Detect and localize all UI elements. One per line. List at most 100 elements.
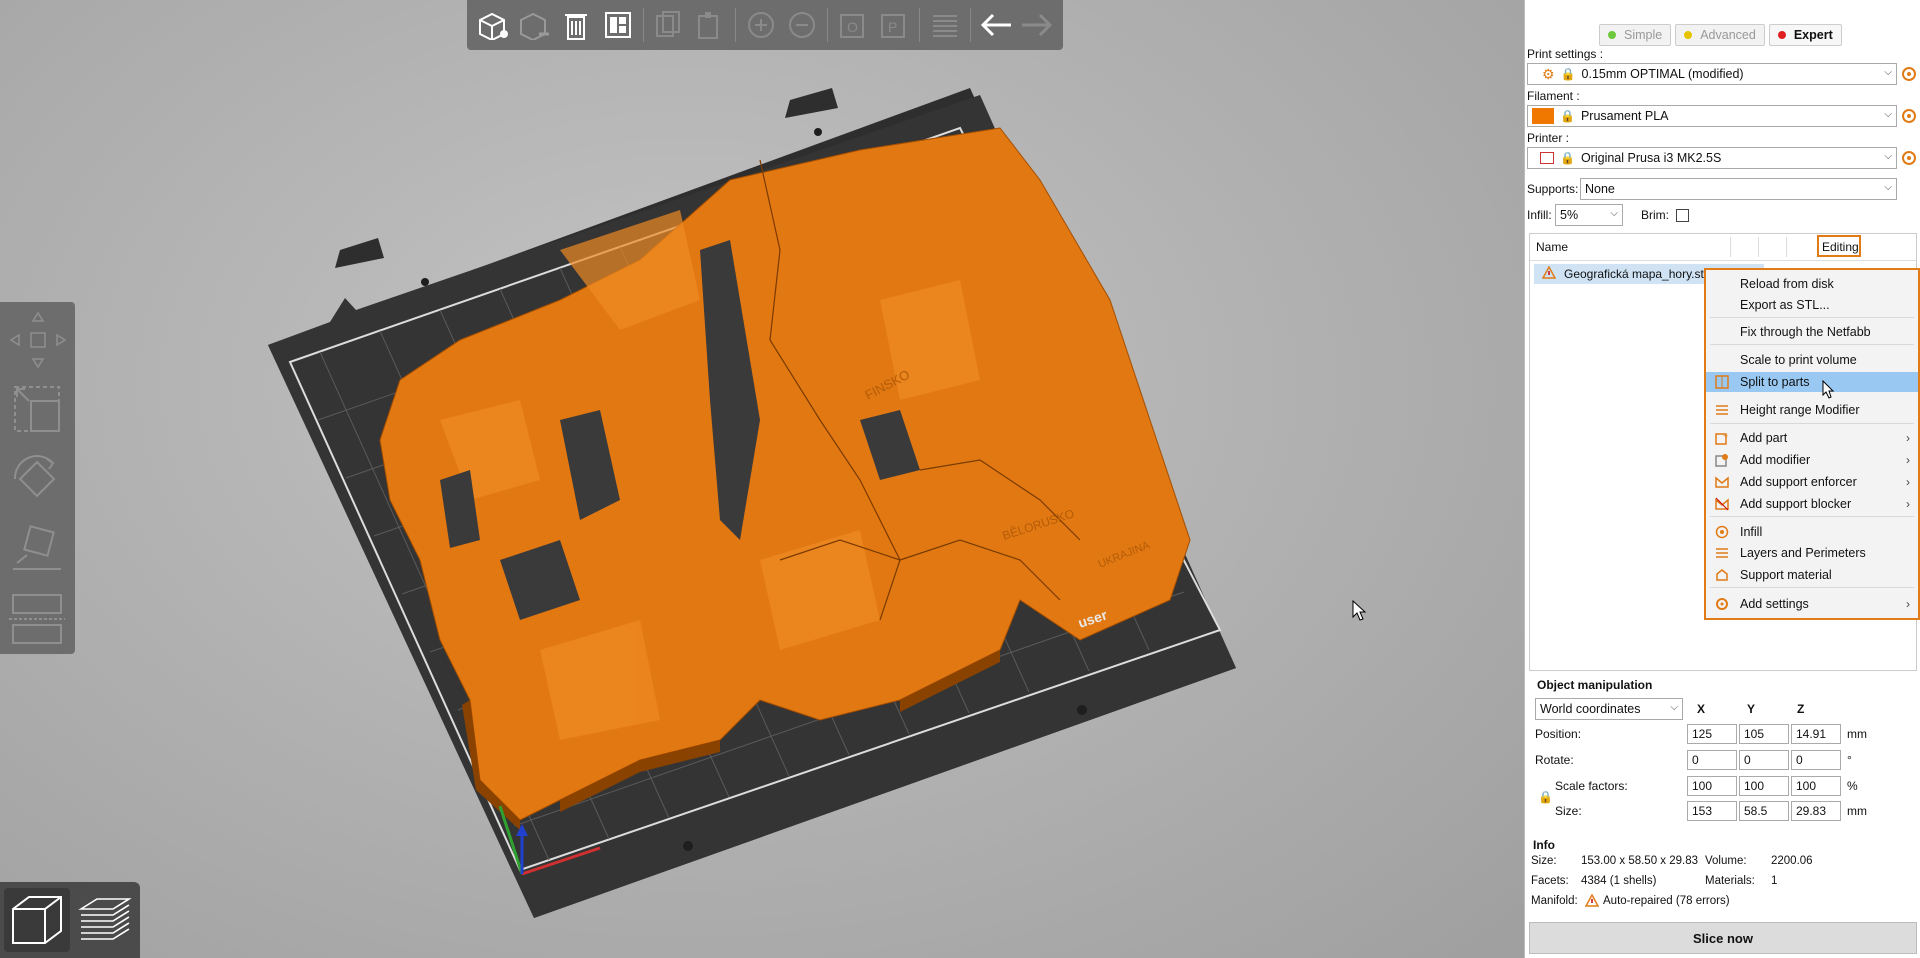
place-on-face-icon[interactable] [6,518,68,580]
scale-unit: % [1847,779,1858,793]
chevron-down-icon: ⌵ [1884,151,1892,162]
remove-instance-icon[interactable] [782,5,822,45]
gizmo-toolbar [0,302,75,654]
cut-icon[interactable] [6,588,68,650]
filament-color-swatch [1532,108,1554,124]
supports-label: Supports: [1527,182,1579,196]
print-settings-label: Print settings : [1527,47,1604,61]
mode-expert-button[interactable]: Expert [1768,24,1842,46]
chevron-down-icon: ⌵ [1610,208,1618,219]
scale-y-input[interactable]: 100 [1739,776,1789,796]
menu-fix-netfabb[interactable]: Fix through the Netfabb [1706,322,1918,342]
rotate-z-input[interactable]: 0 [1791,750,1841,770]
size-z-input[interactable]: 29.83 [1791,801,1841,821]
menu-add-modifier[interactable]: Add modifier › [1706,450,1918,470]
support-enforcer-icon [1712,475,1732,489]
chevron-right-icon: › [1906,431,1910,445]
add-instance-icon[interactable] [741,5,781,45]
printer-value: Original Prusa i3 MK2.5S [1580,151,1722,165]
rotate-label: Rotate: [1535,753,1574,767]
scale-z-input[interactable]: 100 [1791,776,1841,796]
undo-icon[interactable] [976,5,1016,45]
menu-label: Height range Modifier [1740,403,1860,417]
infill-icon [1712,525,1732,539]
supports-combo[interactable]: None ⌵ [1580,178,1897,200]
info-materials-label: Materials: [1705,875,1755,887]
redo-icon[interactable] [1017,5,1057,45]
preview-layers-icon[interactable] [72,888,138,952]
mode-advanced-button[interactable]: Advanced [1675,24,1765,46]
mode-simple-button[interactable]: Simple [1599,24,1672,46]
3d-view-icon[interactable] [4,888,70,952]
chevron-right-icon: › [1906,497,1910,511]
printer-combo[interactable]: 🔒 Original Prusa i3 MK2.5S ⌵ [1527,147,1897,169]
split-objects-icon[interactable]: O [833,5,873,45]
menu-label: Add support blocker [1740,497,1852,511]
chevron-right-icon: › [1906,475,1910,489]
rotate-icon[interactable] [6,448,68,510]
move-icon[interactable] [6,308,68,370]
view-mode-toggle [0,882,140,958]
menu-label: Add support enforcer [1740,475,1857,489]
size-x-input[interactable]: 153 [1687,801,1737,821]
menu-layers-perimeters[interactable]: Layers and Perimeters [1706,543,1918,563]
delete-object-icon[interactable] [515,5,555,45]
menu-add-settings[interactable]: Add settings › [1706,594,1918,614]
editing-column-highlight [1817,235,1861,257]
menu-label: Fix through the Netfabb [1740,325,1871,339]
menu-export-as-stl[interactable]: Export as STL... [1706,295,1918,315]
menu-add-support-enforcer[interactable]: Add support enforcer › [1706,472,1918,492]
filament-value: Prusament PLA [1580,109,1669,123]
scale-lock-icon[interactable]: 🔒 [1538,790,1553,804]
menu-reload-from-disk[interactable]: Reload from disk [1706,274,1918,294]
menu-height-range-modifier[interactable]: Height range Modifier [1706,400,1918,420]
brim-checkbox[interactable] [1676,209,1689,222]
scale-icon[interactable] [6,378,68,440]
split-parts-icon[interactable]: P [875,5,915,45]
menu-add-part[interactable]: + Add part › [1706,428,1918,448]
rotate-x-input[interactable]: 0 [1687,750,1737,770]
info-materials-value: 1 [1771,875,1778,887]
info-title: Info [1533,838,1555,852]
3d-viewport[interactable]: FINSKO BĚLORUSKO UKRAJINA user O P [0,0,1524,958]
size-y-input[interactable]: 58.5 [1739,801,1789,821]
menu-support-material[interactable]: Support material [1706,565,1918,585]
delete-all-icon[interactable] [556,5,596,45]
chevron-down-icon: ⌵ [1884,109,1892,120]
mouse-cursor-icon [1352,599,1368,625]
col-name-header: Name [1536,240,1569,254]
menu-scale-to-print-volume[interactable]: Scale to print volume [1706,350,1918,370]
print-settings-gear-icon[interactable] [1901,66,1917,82]
menu-add-support-blocker[interactable]: Add support blocker › [1706,494,1918,514]
info-facets-label: Facets: [1531,875,1569,887]
slice-now-button[interactable]: Slice now [1529,922,1917,954]
menu-infill[interactable]: Infill [1706,522,1918,542]
printer-gear-icon[interactable] [1901,150,1917,166]
position-z-input[interactable]: 14.91 [1791,724,1841,744]
layers-editing-icon[interactable] [925,5,965,45]
coordinates-combo[interactable]: World coordinates ⌵ [1535,698,1683,720]
scale-x-input[interactable]: 100 [1687,776,1737,796]
mode-simple-label: Simple [1624,28,1663,42]
menu-label: Split to parts [1740,375,1810,389]
print-settings-value: 0.15mm OPTIMAL (modified) [1581,67,1744,81]
filament-gear-icon[interactable] [1901,108,1917,124]
simple-dot-icon [1608,31,1616,39]
svg-text:+: + [1723,431,1728,441]
filament-combo[interactable]: 🔒 Prusament PLA ⌵ [1527,105,1897,127]
paste-icon[interactable] [690,5,730,45]
support-blocker-icon [1712,497,1732,511]
menu-split-to-parts[interactable]: Split to parts [1706,372,1918,399]
build-plate-scene[interactable]: FINSKO BĚLORUSKO UKRAJINA user [0,0,1524,958]
menu-label: Scale to print volume [1740,353,1857,367]
print-settings-combo[interactable]: ⚙ 🔒 0.15mm OPTIMAL (modified) ⌵ [1527,63,1897,85]
copy-icon[interactable] [648,5,688,45]
support-icon [1712,568,1732,582]
add-object-icon[interactable] [473,5,513,45]
printer-label: Printer : [1527,131,1570,145]
infill-combo[interactable]: 5% ⌵ [1555,204,1623,226]
rotate-y-input[interactable]: 0 [1739,750,1789,770]
position-x-input[interactable]: 125 [1687,724,1737,744]
position-y-input[interactable]: 105 [1739,724,1789,744]
arrange-icon[interactable] [598,5,638,45]
